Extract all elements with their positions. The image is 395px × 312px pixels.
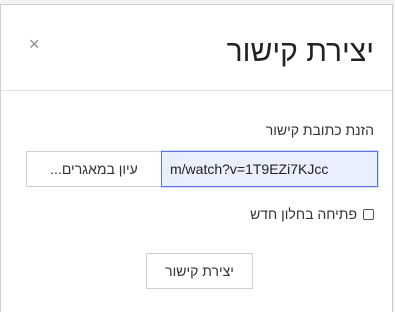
open-new-window-label[interactable]: פתיחה בחלון חדש (250, 206, 357, 222)
dialog-header: יצירת קישור × (1, 5, 392, 91)
create-link-dialog: יצירת קישור × הזנת כתובת קישור עיון במאג… (0, 4, 393, 312)
open-new-window-checkbox[interactable] (363, 208, 374, 220)
url-input[interactable] (161, 151, 378, 187)
url-field-label: הזנת כתובת קישור (265, 122, 374, 138)
close-icon[interactable]: × (29, 35, 40, 53)
dialog-title: יצירת קישור (226, 35, 374, 68)
create-link-button[interactable]: יצירת קישור (146, 253, 253, 289)
open-new-window-row: פתיחה בחלון חדש (250, 206, 374, 222)
url-input-group: עיון במאגרים... (26, 151, 378, 187)
browse-repositories-button[interactable]: עיון במאגרים... (26, 151, 161, 187)
